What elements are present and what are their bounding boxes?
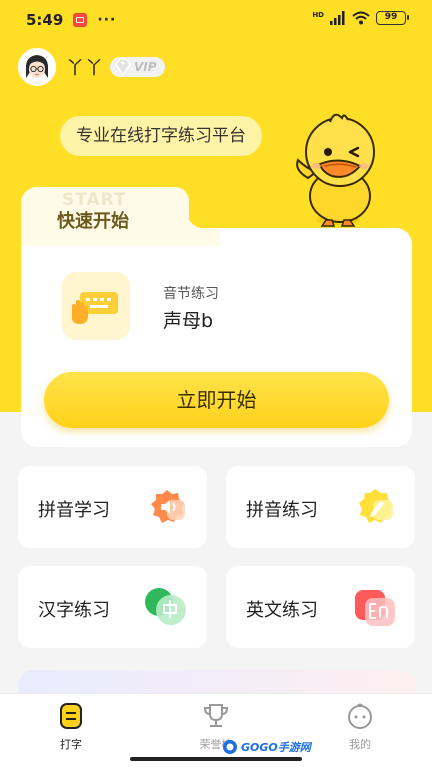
en-letters-icon <box>355 590 395 626</box>
feature-label: 拼音学习 <box>38 500 110 521</box>
cellular-signal-icon <box>330 11 345 25</box>
start-now-button[interactable]: 立即开始 <box>44 372 389 428</box>
duck-mascot-illustration <box>296 113 375 227</box>
feature-pinyin-practice[interactable]: 拼音练习 <box>226 466 415 548</box>
tab-mine[interactable]: 我的 <box>320 702 400 752</box>
vip-label: VIP <box>134 60 157 74</box>
user-profile-row[interactable]: 丫丫 VIP <box>18 48 165 86</box>
username: 丫丫 <box>66 58 104 79</box>
slogan-bubble: 专业在线打字练习平台 <box>60 116 262 156</box>
tab-label: 打字 <box>60 738 82 751</box>
lesson-category: 音节练习 <box>163 286 219 302</box>
zhong-character-icon <box>145 588 186 625</box>
more-notifications-indicator: ··· <box>97 12 117 28</box>
pencil-icon <box>359 489 393 523</box>
home-indicator[interactable] <box>130 757 302 761</box>
lesson-icon-box <box>62 272 130 340</box>
battery-indicator: 99 <box>376 11 409 25</box>
status-time: 5:49 <box>26 11 64 29</box>
diamond-icon <box>115 58 131 77</box>
wifi-icon <box>352 11 370 25</box>
keyboard-icon <box>60 703 82 729</box>
speaker-icon <box>151 490 185 523</box>
vip-badge[interactable]: VIP <box>110 57 165 77</box>
feature-label: 汉字练习 <box>38 600 110 621</box>
feature-pinyin-learning[interactable]: 拼音学习 <box>18 466 207 548</box>
feature-label: 英文练习 <box>246 600 318 621</box>
watermark: GOGO手游网 <box>222 739 311 755</box>
tab-typing[interactable]: 打字 <box>31 702 111 752</box>
profile-face-icon <box>348 703 372 729</box>
typing-hand-icon <box>72 292 118 324</box>
avatar[interactable] <box>18 48 56 86</box>
notification-app-icon <box>73 13 88 27</box>
quick-start-title: 快速开始 <box>57 211 129 232</box>
lesson-name: 声母b <box>163 310 214 332</box>
tab-label: 我的 <box>349 738 371 751</box>
feature-label: 拼音练习 <box>246 500 318 521</box>
hd-badge: HD <box>312 11 324 19</box>
feature-english-practice[interactable]: 英文练习 <box>226 566 415 648</box>
avatar-girl-icon <box>20 50 54 84</box>
card-tab-curve <box>160 187 220 247</box>
watermark-text: GOGO手游网 <box>241 741 311 754</box>
feature-hanzi-practice[interactable]: 汉字练习 <box>18 566 207 648</box>
trophy-icon <box>203 704 229 727</box>
gogo-logo-icon <box>223 740 237 754</box>
status-bar: 5:49 ··· HD 99 <box>0 0 432 40</box>
